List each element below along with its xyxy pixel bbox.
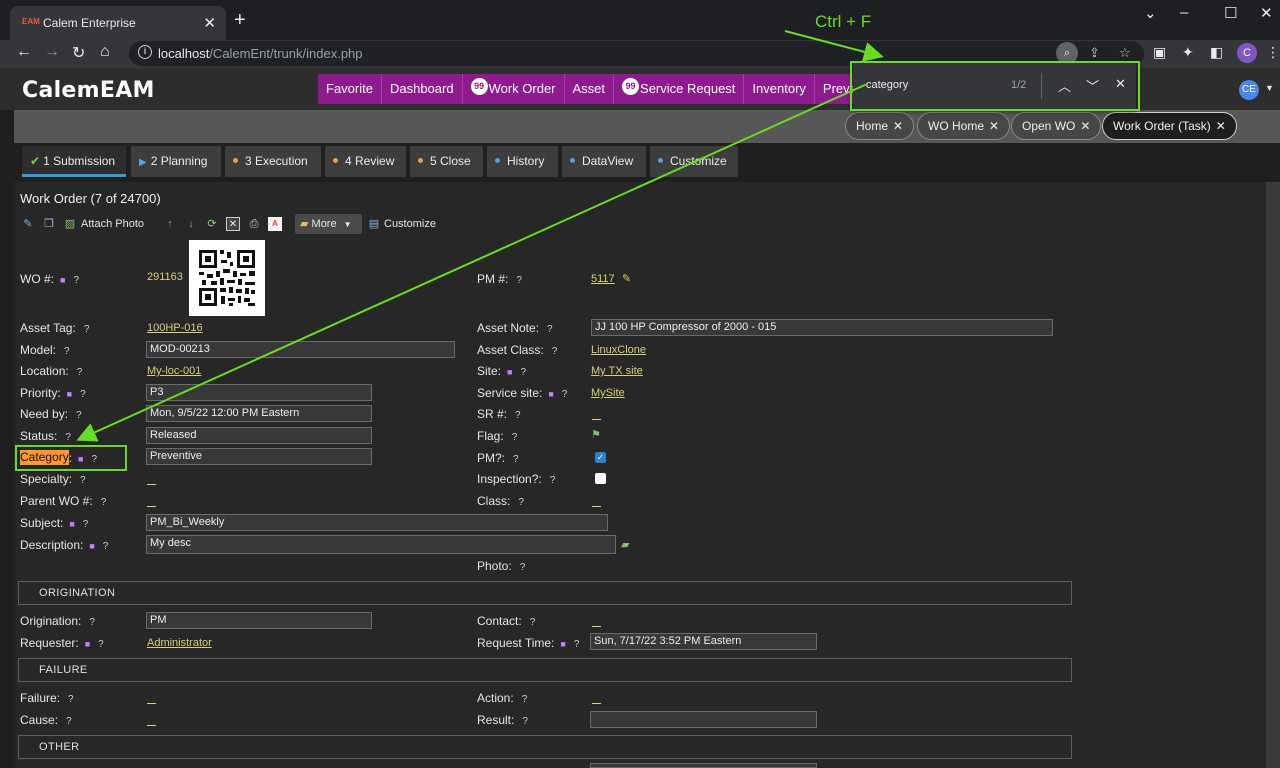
arrow-to-find-bar <box>784 30 884 62</box>
arrow-to-category <box>76 83 868 442</box>
annotation-arrows <box>76 30 884 442</box>
